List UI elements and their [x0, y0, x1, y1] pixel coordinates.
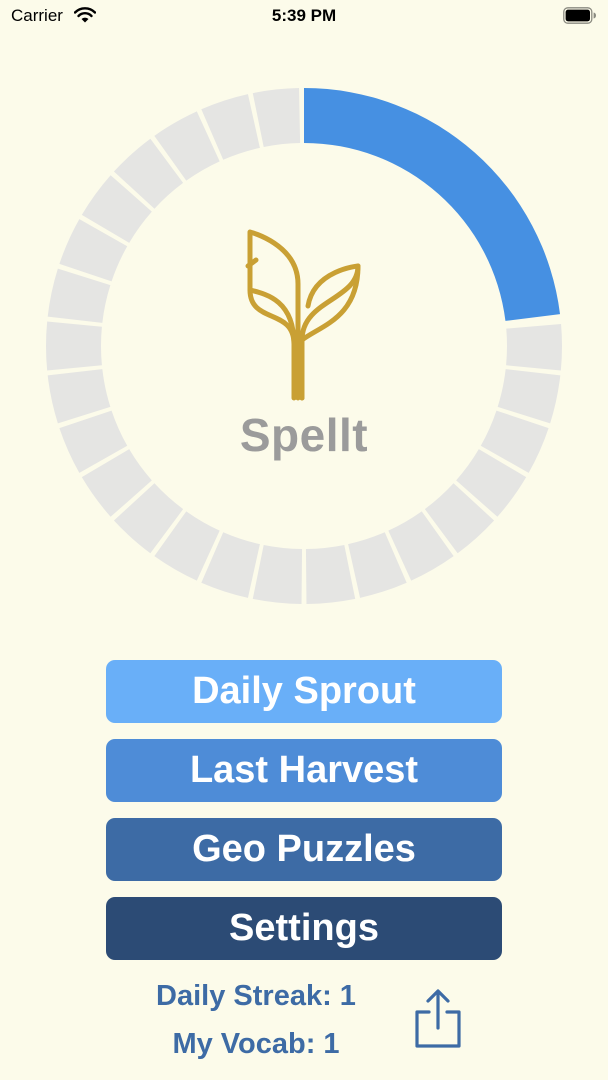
progress-empty-segment: [305, 544, 356, 604]
last-harvest-button[interactable]: Last Harvest: [106, 739, 502, 802]
progress-empty-segment: [252, 88, 301, 148]
status-time: 5:39 PM: [271, 6, 337, 25]
wheat-sprout-logo-icon: [245, 229, 361, 401]
my-vocab-label: My Vocab: 1: [172, 1028, 340, 1060]
app-name: Spellt: [239, 409, 369, 461]
geo-puzzles-button[interactable]: Geo Puzzles: [106, 818, 502, 881]
status-bar: Carrier 5:39 PM: [0, 0, 608, 34]
daily-sprout-button[interactable]: Daily Sprout: [106, 660, 502, 723]
share-icon[interactable]: [412, 988, 464, 1050]
daily-streak-label: Daily Streak: 1: [156, 980, 356, 1012]
settings-button[interactable]: Settings: [106, 897, 502, 960]
progress-empty-segment: [252, 544, 303, 604]
battery-icon: [563, 7, 596, 24]
progress-empty-segment: [46, 321, 102, 371]
progress-empty-segment: [506, 323, 562, 371]
